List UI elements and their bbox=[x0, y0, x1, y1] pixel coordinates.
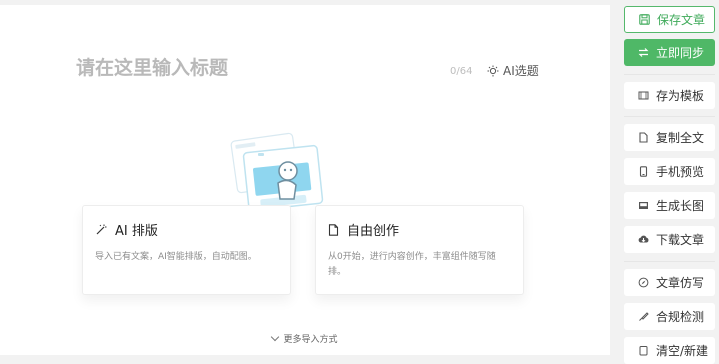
ai-layout-card-title: AI 排版 bbox=[115, 224, 158, 239]
phone-icon bbox=[639, 166, 648, 177]
ai-layout-card-desc: 导入已有文案，AI智能排版，自动配图。 bbox=[95, 252, 257, 262]
save-template-button[interactable]: 存为模板 bbox=[624, 82, 715, 109]
download-article-label: 下载文章 bbox=[656, 233, 705, 247]
clear-icon bbox=[639, 346, 648, 356]
sidebar-divider bbox=[624, 261, 715, 262]
document-icon bbox=[328, 223, 339, 236]
save-icon bbox=[639, 14, 650, 25]
mobile-preview-label: 手机预览 bbox=[656, 165, 705, 179]
copy-all-label: 复制全文 bbox=[656, 131, 705, 145]
compliance-check-button[interactable]: 合规检测 bbox=[624, 303, 715, 330]
film-icon bbox=[638, 91, 649, 100]
lightbulb-icon bbox=[487, 65, 499, 76]
clear-new-button[interactable]: 清空/新建 bbox=[624, 337, 715, 364]
copy-all-button[interactable]: 复制全文 bbox=[624, 124, 715, 151]
free-create-card-desc: 从0开始，进行内容创作，丰富组件随写随排。 bbox=[328, 252, 496, 277]
more-import-link[interactable]: 更多导入方式 bbox=[0, 332, 610, 345]
copy-icon bbox=[639, 132, 648, 143]
compliance-check-label: 合规检测 bbox=[656, 310, 705, 324]
sync-now-label: 立即同步 bbox=[656, 46, 705, 60]
sync-now-button[interactable]: 立即同步 bbox=[624, 39, 715, 66]
free-create-card-title: 自由创作 bbox=[347, 224, 400, 239]
clear-new-label: 清空/新建 bbox=[656, 344, 709, 358]
compass-icon bbox=[638, 277, 649, 288]
cloud-download-icon bbox=[638, 235, 649, 243]
more-import-label: 更多导入方式 bbox=[283, 335, 338, 345]
image-icon bbox=[639, 202, 648, 209]
download-article-button[interactable]: 下载文章 bbox=[624, 226, 715, 253]
free-create-card[interactable]: 自由创作 从0开始，进行内容创作，丰富组件随写随排。 bbox=[315, 205, 524, 295]
title-char-counter: 0/64 bbox=[450, 66, 473, 77]
title-input[interactable] bbox=[76, 57, 416, 79]
ai-layout-card[interactable]: AI 排版 导入已有文案，AI智能排版，自动配图。 bbox=[82, 205, 291, 295]
magic-wand-icon bbox=[96, 224, 107, 234]
sync-icon bbox=[638, 48, 649, 57]
save-article-button[interactable]: 保存文章 bbox=[624, 6, 715, 33]
long-image-label: 生成长图 bbox=[656, 199, 705, 213]
sidebar-divider bbox=[624, 74, 715, 75]
mobile-preview-button[interactable]: 手机预览 bbox=[624, 158, 715, 185]
sidebar-divider bbox=[624, 116, 715, 117]
brush-icon bbox=[639, 312, 649, 321]
long-image-button[interactable]: 生成长图 bbox=[624, 192, 715, 219]
empty-state-illustration bbox=[230, 132, 324, 212]
editor-canvas: 0/64 AI选题 bbox=[0, 5, 610, 355]
imitate-article-label: 文章仿写 bbox=[656, 276, 705, 290]
chevron-down-icon bbox=[271, 332, 280, 342]
ai-title-button[interactable]: AI选题 bbox=[487, 62, 539, 79]
save-template-label: 存为模板 bbox=[656, 89, 705, 103]
ai-title-label: AI选题 bbox=[503, 64, 539, 78]
imitate-article-button[interactable]: 文章仿写 bbox=[624, 269, 715, 296]
save-article-label: 保存文章 bbox=[657, 13, 706, 27]
